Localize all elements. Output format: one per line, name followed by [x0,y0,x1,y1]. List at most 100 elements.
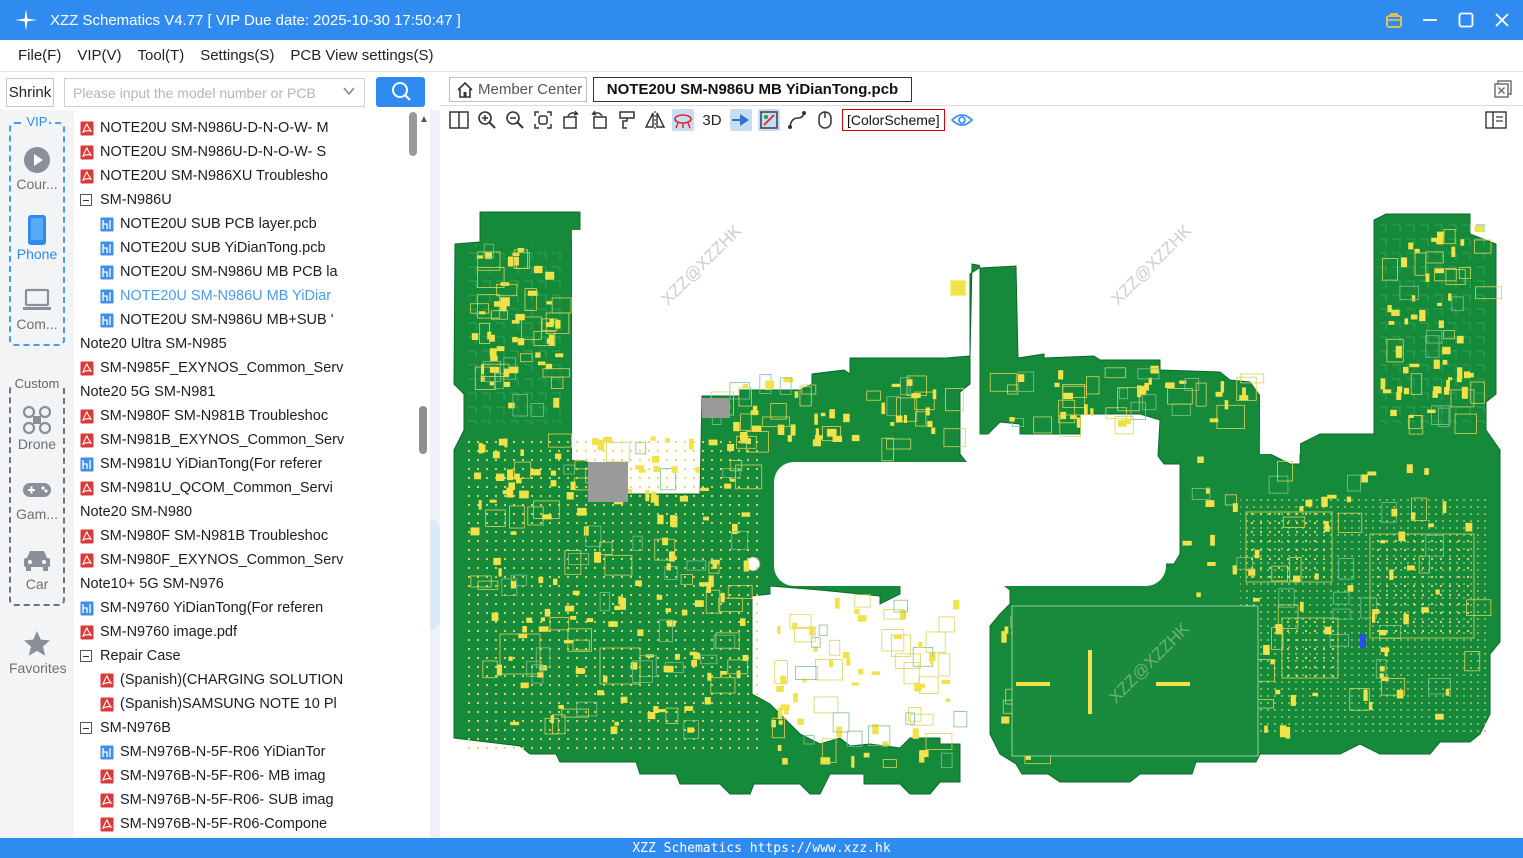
smd-pad [1465,522,1473,532]
vip-bag-icon[interactable] [1383,9,1405,31]
fit-view-icon[interactable] [532,109,554,131]
minimize-button[interactable] [1419,9,1441,31]
tree-file-row[interactable]: SM-N980F_EXYNOS_Common_Serv [80,548,406,572]
menu-vip[interactable]: VIP(V) [77,47,121,64]
pdf-file-icon [80,433,94,448]
tree-file-row[interactable]: NOTE20U SM-N986U-D-N-O-W- M [80,116,406,140]
menu-file[interactable]: File(F) [18,47,61,64]
tree-file-row[interactable]: NOTE20U SM-N986XU Troublesho [80,164,406,188]
side-panel-toggle-icon[interactable] [1485,109,1507,131]
smd-pad [727,443,735,452]
tree-file-row[interactable]: NOTE20U SUB YiDianTong.pcb [100,236,406,260]
tree-file-row[interactable]: (Spanish)(CHARGING SOLUTION [100,668,406,692]
rotate-left-icon[interactable] [560,109,582,131]
nav-drone[interactable]: Drone [9,404,65,452]
smd-pad [828,659,834,668]
mouse-mode-icon[interactable] [814,109,836,131]
tree-file-row[interactable]: SM-N980F SM-N981B Troubleshoc [80,524,406,548]
tree-folder-row[interactable]: SM-N976B [80,716,406,740]
view-3d-button[interactable]: 3D [700,109,724,131]
tree-file-row[interactable]: SM-N985F_EXYNOS_Common_Serv [80,356,406,380]
menu-settings[interactable]: Settings(S) [200,47,274,64]
menu-pcb-view-settings[interactable]: PCB View settings(S) [290,47,433,64]
tree-file-row[interactable]: SM-N9760 YiDianTong(For referen [80,596,406,620]
tree-file-row[interactable]: NOTE20U SM-N986U-D-N-O-W- S [80,140,406,164]
smd-pad [1361,474,1368,483]
search-input[interactable] [73,84,338,101]
tree-folder-row[interactable]: Repair Case [80,644,406,668]
collapse-panel-handle[interactable] [430,520,440,630]
smd-pad [620,597,626,610]
tree-file-row[interactable]: SM-N976B-N-5F-R06-Compone [100,812,406,836]
tree-file-row[interactable]: SM-N9760 image.pdf [80,620,406,644]
maximize-button[interactable] [1455,9,1477,31]
tree-item-label: SM-N976B-N-5F-R06-Compone [120,816,328,832]
smd-pad [586,618,594,623]
scroll-up-arrow-icon[interactable]: ▲ [419,114,429,125]
search-button[interactable] [376,77,425,107]
tree-file-row[interactable]: NOTE20U SM-N986U MB YiDiar [100,284,406,308]
smd-pad [553,578,558,585]
trace-route-icon[interactable] [786,109,808,131]
tree-vertical-scrollbar[interactable] [419,406,427,454]
tree-folder-row[interactable]: Note20 5G SM-N981 [74,380,406,404]
tree-file-row[interactable]: NOTE20U SUB PCB layer.pcb [100,212,406,236]
chevron-down-icon[interactable] [342,84,356,101]
smd-pad [736,670,741,679]
tab-member-center[interactable]: Member Center [449,77,587,102]
tree-file-row[interactable]: SM-N980F SM-N981B Troubleshoc [80,404,406,428]
smd-pad [489,499,497,503]
zoom-in-icon[interactable] [476,109,498,131]
tree-folder-row[interactable]: SM-N986U [80,188,406,212]
shrink-button[interactable]: Shrink [6,78,54,107]
rotate-right-icon[interactable] [588,109,610,131]
eye-visibility-icon[interactable] [950,109,973,131]
custom-group: Custom Drone Gam... Car [9,376,65,606]
smd-pad [546,338,552,344]
nav-games[interactable]: Gam... [9,474,65,522]
smd-pad [1380,647,1390,653]
smd-pad [1279,725,1287,738]
nav-computer[interactable]: Com... [9,284,65,332]
split-view-icon[interactable] [448,109,470,131]
net-highlight-icon[interactable] [730,109,752,131]
nav-favorites[interactable]: Favorites [9,628,67,676]
tree-scroll-track[interactable] [406,110,430,838]
tree-file-row[interactable]: SM-N976B-N-5F-R06 YiDianTor [100,740,406,764]
tree-folder-row[interactable]: Note20 Ultra SM-N985 [74,332,406,356]
tree-horizontal-scrollbar[interactable] [409,112,417,156]
nav-phone[interactable]: Phone [9,214,65,262]
pcb-board-drawing[interactable]: XZZ@XZZHK XZZ@XZZHK XZZ@XZZHK [440,134,1523,838]
tree-file-row[interactable]: SM-N981U YiDianTong(For referer [80,452,406,476]
tree-file-row[interactable]: SM-N976B-N-5F-R06- MB imag [100,764,406,788]
tree-file-row[interactable]: SM-N981B_EXYNOS_Common_Serv [80,428,406,452]
smd-pad [666,620,676,627]
nav-courses[interactable]: Cour... [9,144,65,192]
tree-folder-row[interactable]: Note20 SM-N980 [74,500,406,524]
close-all-tabs-icon[interactable] [1493,79,1513,102]
close-button[interactable] [1491,9,1513,31]
smd-pad [470,527,480,536]
color-scheme-button[interactable]: [ColorScheme] [842,109,945,131]
collapse-icon[interactable] [80,722,92,734]
collapse-icon[interactable] [80,194,92,206]
tree-file-row[interactable]: NOTE20U SM-N986U MB PCB la [100,260,406,284]
nav-car[interactable]: Car [9,544,65,592]
tree-file-row[interactable]: SM-N981U_QCOM_Common_Servi [80,476,406,500]
mirror-flip-icon[interactable] [644,109,666,131]
tree-folder-row[interactable]: Note10+ 5G SM-N976 [74,572,406,596]
panel-splitter[interactable] [430,110,440,838]
tree-file-row[interactable]: SM-N976B-N-5F-R06- SUB imag [100,788,406,812]
search-combobox[interactable] [64,78,365,107]
tree-file-row[interactable]: (Spanish)SAMSUNG NOTE 10 Pl [100,692,406,716]
menu-tool[interactable]: Tool(T) [138,47,185,64]
zoom-out-icon[interactable] [504,109,526,131]
format-painter-icon[interactable] [616,109,638,131]
collapse-icon[interactable] [80,650,92,662]
smd-pad [1428,523,1434,528]
pcb-canvas[interactable]: XZZ@XZZHK XZZ@XZZHK XZZ@XZZHK [440,134,1523,838]
tab-active-pcb[interactable]: NOTE20U SM-N986U MB YiDianTong.pcb [593,77,912,102]
component-select-icon[interactable] [758,109,780,131]
tree-file-row[interactable]: NOTE20U SM-N986U MB+SUB ' [100,308,406,332]
layer-view-icon[interactable] [672,109,694,131]
